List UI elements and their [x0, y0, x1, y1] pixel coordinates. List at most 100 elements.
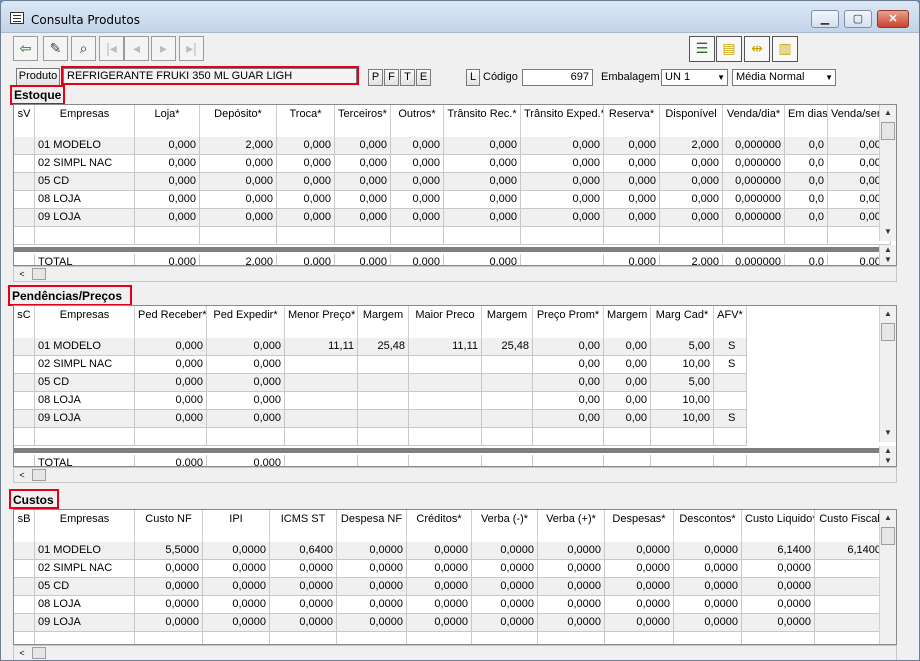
table-cell[interactable]: 0,000 — [207, 356, 285, 374]
custos-grid[interactable]: sB Empresas Custo NF IPI ICMS ST Despesa NF Cr… — [13, 509, 897, 645]
table-cell[interactable] — [651, 428, 714, 446]
table-cell[interactable] — [742, 632, 815, 644]
table-cell[interactable]: 0,0000 — [605, 596, 674, 614]
table-cell[interactable] — [472, 632, 538, 644]
table-cell[interactable] — [35, 428, 135, 446]
table-cell[interactable]: 0,000 — [335, 209, 391, 227]
table-cell[interactable] — [391, 227, 444, 245]
table-cell[interactable]: 2,000 — [660, 254, 723, 265]
spin-down-icon[interactable]: ▼ — [880, 255, 896, 265]
column-header[interactable]: Custo Fiscal — [815, 510, 885, 542]
list-view-icon[interactable]: ☰ — [689, 36, 715, 62]
table-cell[interactable]: 11,11 — [409, 338, 482, 356]
table-cell[interactable]: 0,00 — [604, 410, 651, 428]
row-indicator[interactable] — [14, 392, 35, 410]
table-cell[interactable]: 02 SIMPL NAC — [35, 560, 135, 578]
table-cell[interactable] — [35, 632, 135, 644]
table-cell[interactable]: 0,0000 — [337, 614, 407, 632]
table-cell[interactable]: 0,000 — [335, 191, 391, 209]
pendencias-hscroll[interactable]: < — [13, 467, 897, 483]
column-header[interactable]: Venda/dia* — [723, 105, 785, 137]
scroll-up-icon[interactable]: ▲ — [880, 105, 896, 121]
row-indicator[interactable] — [14, 191, 35, 209]
table-cell[interactable]: 0,0000 — [337, 560, 407, 578]
column-header[interactable]: Maior Preco — [409, 306, 482, 338]
table-cell[interactable]: 0,0000 — [135, 578, 203, 596]
table-cell[interactable] — [409, 410, 482, 428]
grid-view-icon[interactable]: ▤ — [716, 36, 742, 62]
table-cell[interactable]: 0,00 — [533, 356, 604, 374]
total-spinner[interactable]: ▲ ▼ — [879, 446, 896, 466]
table-cell[interactable] — [604, 227, 660, 245]
table-cell[interactable] — [35, 227, 135, 245]
table-cell[interactable]: 0,000 — [135, 374, 207, 392]
table-cell[interactable]: 0,000 — [660, 209, 723, 227]
row-indicator[interactable] — [14, 560, 35, 578]
table-cell[interactable]: 0,0000 — [203, 560, 270, 578]
table-cell[interactable]: 2,000 — [660, 137, 723, 155]
table-cell[interactable] — [135, 632, 203, 644]
table-cell[interactable] — [482, 392, 533, 410]
row-indicator[interactable] — [14, 374, 35, 392]
table-cell[interactable]: 0,000 — [200, 191, 277, 209]
table-cell[interactable]: 0,000 — [277, 191, 335, 209]
table-cell[interactable]: 01 MODELO — [35, 338, 135, 356]
table-cell[interactable]: 0,000 — [521, 209, 604, 227]
table-cell[interactable]: 05 CD — [35, 173, 135, 191]
table-cell[interactable] — [815, 632, 885, 644]
pendencias-grid[interactable]: sC Empresas Ped Receber* Ped Expedir* Menor … — [13, 305, 897, 467]
first-record-icon[interactable]: |◂ — [99, 36, 124, 61]
scroll-left-icon[interactable]: < — [14, 646, 30, 660]
table-cell[interactable] — [335, 227, 391, 245]
table-cell[interactable]: 0,000 — [135, 155, 200, 173]
row-indicator[interactable] — [14, 227, 35, 245]
table-cell[interactable] — [714, 455, 747, 466]
column-header[interactable]: Troca* — [277, 105, 335, 137]
table-cell[interactable] — [533, 455, 604, 466]
table-cell[interactable]: 5,00 — [651, 338, 714, 356]
prev-record-icon[interactable]: ◂ — [124, 36, 149, 61]
table-cell[interactable]: 05 CD — [35, 578, 135, 596]
column-header[interactable]: Trânsito Exped.* — [521, 105, 604, 137]
table-cell[interactable]: 08 LOJA — [35, 392, 135, 410]
table-cell[interactable] — [521, 227, 604, 245]
column-header[interactable]: Despesas* — [605, 510, 674, 542]
row-indicator[interactable] — [14, 173, 35, 191]
table-cell[interactable]: 0,000 — [135, 410, 207, 428]
row-indicator[interactable] — [14, 356, 35, 374]
table-cell[interactable] — [482, 356, 533, 374]
scroll-up-icon[interactable]: ▲ — [880, 306, 896, 322]
table-cell[interactable]: 10,00 — [651, 356, 714, 374]
column-header[interactable]: Marg Cad* — [651, 306, 714, 338]
table-cell[interactable]: 02 SIMPL NAC — [35, 155, 135, 173]
vertical-scrollbar[interactable]: ▲ ▼ — [879, 105, 896, 241]
table-cell[interactable]: 01 MODELO — [35, 137, 135, 155]
scroll-thumb[interactable] — [32, 268, 46, 280]
table-cell[interactable]: 0,0000 — [742, 578, 815, 596]
table-cell[interactable]: 0,000 — [277, 209, 335, 227]
table-cell[interactable]: 0,0000 — [270, 578, 337, 596]
table-cell[interactable]: 0,0000 — [407, 614, 472, 632]
row-indicator[interactable] — [14, 155, 35, 173]
table-cell[interactable]: 0,6400 — [270, 542, 337, 560]
column-header[interactable]: Margem — [604, 306, 651, 338]
table-cell[interactable]: 0,000 — [444, 209, 521, 227]
scroll-down-icon[interactable]: ▼ — [880, 224, 896, 240]
column-header[interactable]: Empresas — [35, 105, 135, 137]
column-header[interactable]: Menor Preço* — [285, 306, 358, 338]
vertical-scrollbar[interactable]: ▲ — [879, 510, 896, 644]
table-cell[interactable]: 0,000 — [277, 173, 335, 191]
table-cell[interactable]: 0,0000 — [538, 596, 605, 614]
table-cell[interactable] — [444, 227, 521, 245]
table-cell[interactable] — [533, 428, 604, 446]
table-cell[interactable]: 0,0 — [785, 155, 828, 173]
table-cell[interactable]: 0,0000 — [337, 542, 407, 560]
table-cell[interactable]: 0,00 — [533, 374, 604, 392]
vertical-scrollbar[interactable]: ▲ ▼ — [879, 306, 896, 442]
column-header[interactable]: ICMS ST — [270, 510, 337, 542]
column-header[interactable]: Reserva* — [604, 105, 660, 137]
table-cell[interactable]: 5,5000 — [135, 542, 203, 560]
row-indicator[interactable] — [14, 614, 35, 632]
table-cell[interactable]: 6,1400 — [815, 542, 885, 560]
row-indicator[interactable] — [14, 338, 35, 356]
